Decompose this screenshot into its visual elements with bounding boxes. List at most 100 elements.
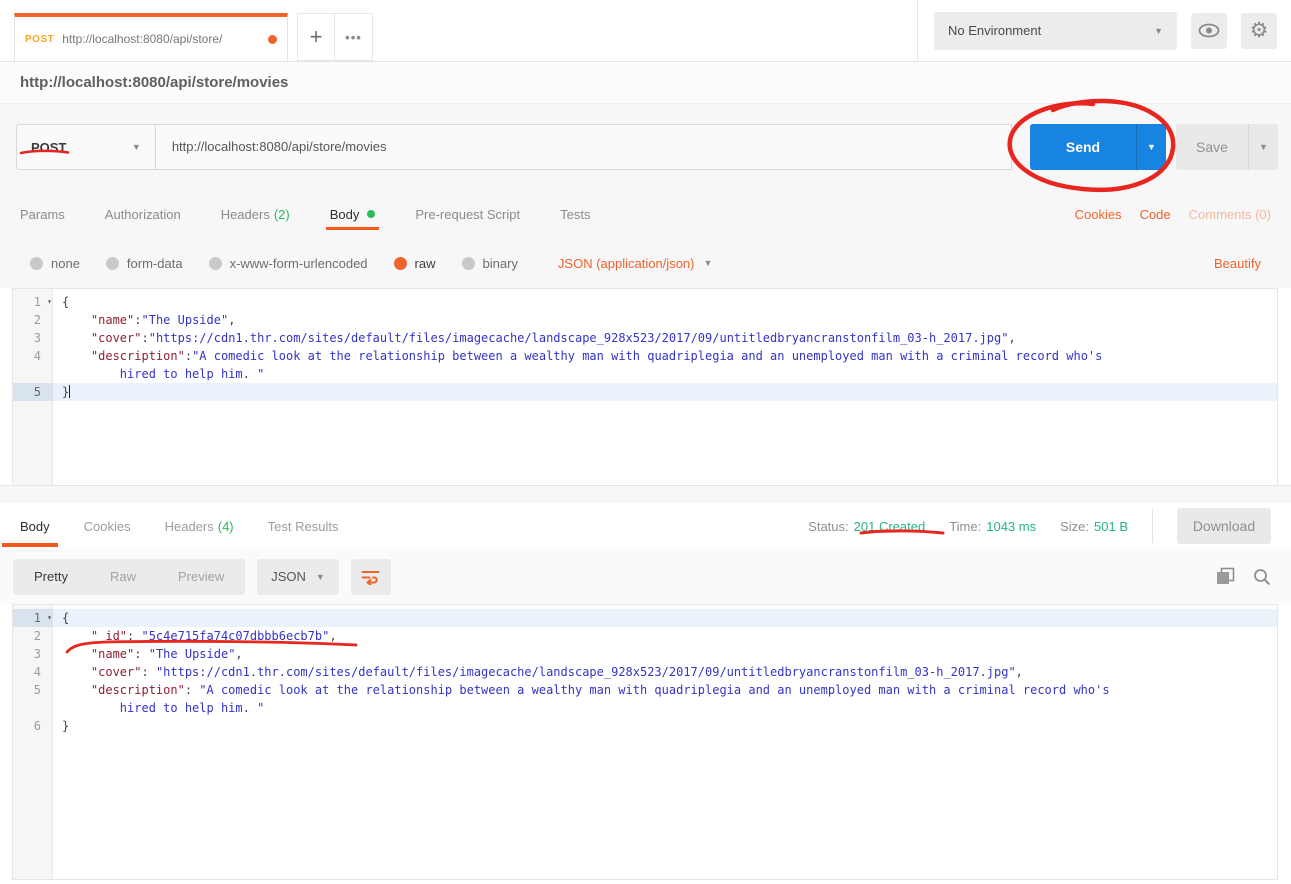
code-line: 3 "cover":"https://cdn1.thr.com/sites/de… bbox=[13, 329, 1277, 347]
line-number: 1▾ bbox=[13, 293, 53, 311]
tab-label: Body bbox=[20, 519, 50, 534]
response-toolbar: Pretty Raw Preview JSON ▼ bbox=[0, 549, 1291, 604]
request-editor-lines: 1▾{2 "name":"The Upside",3 "cover":"http… bbox=[13, 289, 1277, 401]
search-button[interactable] bbox=[1253, 568, 1271, 586]
environment-quick-look-button[interactable] bbox=[1191, 13, 1227, 49]
request-tab-strip: POST http://localhost:8080/api/store/ + … bbox=[0, 0, 917, 61]
code-text[interactable]: hired to help him. " bbox=[53, 365, 264, 383]
radio-form-data[interactable]: form-data bbox=[106, 256, 183, 271]
tab-tests[interactable]: Tests bbox=[560, 190, 590, 238]
headers-count-badge: (2) bbox=[274, 207, 290, 222]
settings-button[interactable]: ⚙ bbox=[1241, 13, 1277, 49]
code-text[interactable]: "description": "A comedic look at the re… bbox=[53, 681, 1110, 699]
view-preview-button[interactable]: Preview bbox=[157, 569, 245, 584]
cookies-link[interactable]: Cookies bbox=[1075, 207, 1122, 222]
request-tab[interactable]: POST http://localhost:8080/api/store/ bbox=[14, 13, 288, 61]
tab-options-button[interactable]: ••• bbox=[335, 13, 373, 61]
fold-arrow-icon[interactable]: ▾ bbox=[47, 293, 52, 311]
tab-authorization[interactable]: Authorization bbox=[105, 190, 181, 238]
code-text[interactable]: "cover":"https://cdn1.thr.com/sites/defa… bbox=[53, 329, 1016, 347]
radio-x-www-form-urlencoded[interactable]: x-www-form-urlencoded bbox=[209, 256, 368, 271]
tab-label: Headers bbox=[165, 519, 214, 534]
radio-none[interactable]: none bbox=[30, 256, 80, 271]
radio-raw[interactable]: raw bbox=[394, 256, 436, 271]
status-label: Status: bbox=[808, 519, 848, 534]
chevron-down-icon: ▼ bbox=[1259, 142, 1268, 152]
wrap-text-button[interactable] bbox=[351, 559, 391, 595]
new-tab-button[interactable]: + bbox=[297, 13, 335, 61]
status-value: 201 Created bbox=[854, 519, 926, 534]
send-button[interactable]: Send bbox=[1030, 124, 1136, 170]
download-button[interactable]: Download bbox=[1177, 508, 1271, 544]
url-input[interactable]: http://localhost:8080/api/store/movies bbox=[156, 124, 1012, 170]
size-value: 501 B bbox=[1094, 519, 1128, 534]
header-bar: POST http://localhost:8080/api/store/ + … bbox=[0, 0, 1291, 62]
request-body-editor[interactable]: 1▾{2 "name":"The Upside",3 "cover":"http… bbox=[12, 288, 1278, 486]
code-line: 6} bbox=[13, 717, 1277, 735]
response-tab-test-results[interactable]: Test Results bbox=[268, 503, 339, 549]
code-text[interactable]: { bbox=[53, 609, 69, 627]
environment-label: No Environment bbox=[948, 23, 1041, 38]
save-button[interactable]: Save bbox=[1176, 124, 1248, 170]
copy-button[interactable] bbox=[1216, 567, 1235, 586]
beautify-link[interactable]: Beautify bbox=[1214, 256, 1261, 271]
code-text[interactable]: { bbox=[53, 293, 69, 311]
comments-link[interactable]: Comments (0) bbox=[1189, 207, 1271, 222]
code-text[interactable]: } bbox=[53, 717, 69, 735]
line-number: 4 bbox=[13, 663, 53, 681]
unsaved-dot-icon bbox=[268, 35, 277, 44]
code-text[interactable]: "name": "The Upside", bbox=[53, 645, 243, 663]
view-pretty-button[interactable]: Pretty bbox=[13, 569, 89, 584]
tab-headers[interactable]: Headers (2) bbox=[221, 190, 290, 238]
tab-label: Headers bbox=[221, 207, 270, 222]
environment-select[interactable]: No Environment ▼ bbox=[934, 12, 1177, 50]
code-text[interactable]: hired to help him. " bbox=[53, 699, 264, 717]
word-wrap-icon bbox=[361, 569, 380, 585]
text-cursor bbox=[69, 385, 70, 398]
radio-binary[interactable]: binary bbox=[462, 256, 518, 271]
line-number: 5 bbox=[13, 681, 53, 699]
chevron-down-icon: ▼ bbox=[703, 258, 712, 268]
body-filled-dot-icon bbox=[367, 210, 375, 218]
response-format-select[interactable]: JSON ▼ bbox=[257, 559, 339, 595]
code-link[interactable]: Code bbox=[1140, 207, 1171, 222]
time-value: 1043 ms bbox=[986, 519, 1036, 534]
code-text[interactable]: } bbox=[53, 383, 70, 401]
view-raw-button[interactable]: Raw bbox=[89, 569, 157, 584]
code-text[interactable]: "cover": "https://cdn1.thr.com/sites/def… bbox=[53, 663, 1023, 681]
plus-icon: + bbox=[310, 24, 323, 50]
code-line: 1▾{ bbox=[13, 609, 1277, 627]
code-text[interactable]: "name":"The Upside", bbox=[53, 311, 235, 329]
response-actions bbox=[1216, 567, 1271, 586]
chevron-down-icon: ▼ bbox=[1154, 26, 1163, 36]
save-options-button[interactable]: ▼ bbox=[1248, 124, 1278, 170]
tab-pre-request-script[interactable]: Pre-request Script bbox=[415, 190, 520, 238]
content-type-select[interactable]: JSON (application/json) ▼ bbox=[558, 256, 712, 271]
size-stat: Size: 501 B bbox=[1060, 519, 1128, 534]
response-tab-body[interactable]: Body bbox=[20, 503, 50, 549]
response-tab-headers[interactable]: Headers (4) bbox=[165, 503, 234, 549]
radio-icon bbox=[30, 257, 43, 270]
fold-arrow-icon[interactable]: ▾ bbox=[47, 609, 52, 627]
tab-label: Tests bbox=[560, 207, 590, 222]
tab-label: Test Results bbox=[268, 519, 339, 534]
line-number: 2 bbox=[13, 627, 53, 645]
copy-icon bbox=[1216, 567, 1235, 586]
line-number: 2 bbox=[13, 311, 53, 329]
code-text[interactable]: "description":"A comedic look at the rel… bbox=[53, 347, 1102, 365]
method-select[interactable]: POST ▼ bbox=[16, 124, 156, 170]
code-text[interactable]: "_id": "5c4e715fa74c07dbbb6ecb7b", bbox=[53, 627, 337, 645]
response-tab-cookies[interactable]: Cookies bbox=[84, 503, 131, 549]
tab-params[interactable]: Params bbox=[20, 190, 65, 238]
send-options-button[interactable]: ▼ bbox=[1136, 124, 1166, 170]
divider bbox=[1152, 509, 1153, 543]
save-button-group: Save ▼ bbox=[1176, 124, 1278, 170]
chevron-down-icon: ▼ bbox=[316, 572, 325, 582]
code-line: 5 "description": "A comedic look at the … bbox=[13, 681, 1277, 699]
radio-icon bbox=[106, 257, 119, 270]
time-stat: Time: 1043 ms bbox=[949, 519, 1036, 534]
code-line: 1▾{ bbox=[13, 293, 1277, 311]
radio-label: raw bbox=[415, 256, 436, 271]
tab-body[interactable]: Body bbox=[330, 190, 376, 238]
response-body-editor[interactable]: 1▾{2 "_id": "5c4e715fa74c07dbbb6ecb7b",3… bbox=[12, 604, 1278, 880]
